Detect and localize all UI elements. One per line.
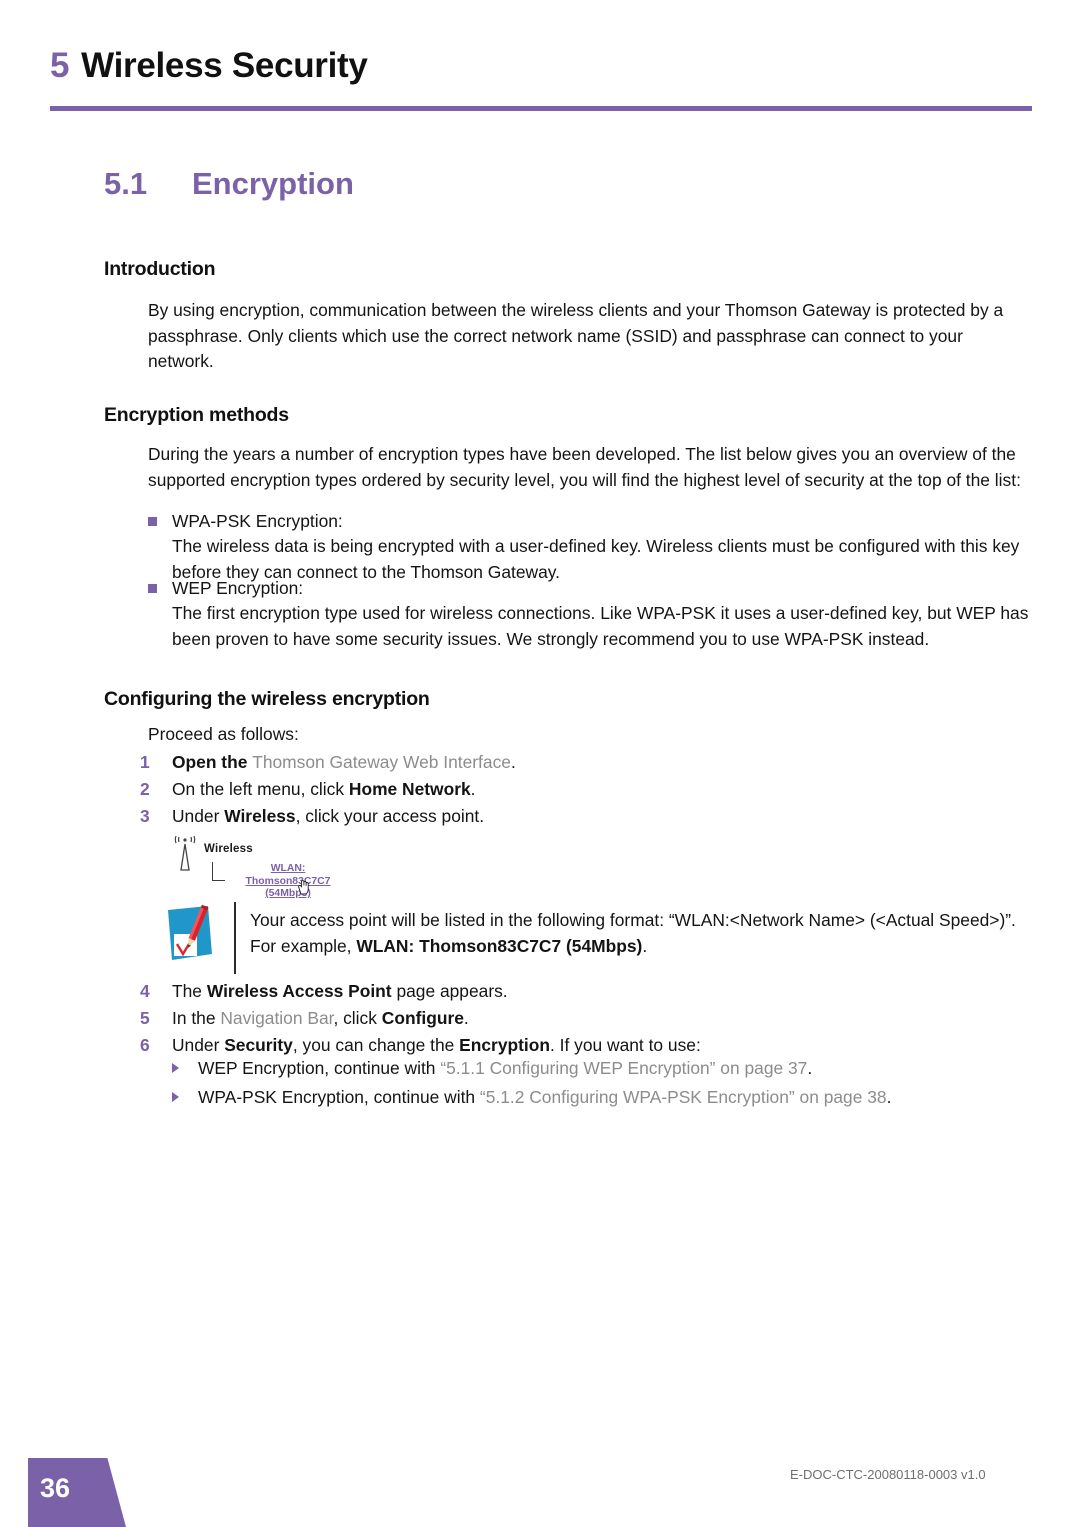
step-suffix: , click your access point.	[295, 806, 485, 826]
step-suffix: .	[510, 752, 516, 772]
step-item: 1 Open the Thomson Gateway Web Interface…	[140, 750, 1032, 776]
note-text: Your access point will be listed in the …	[250, 908, 1030, 959]
step-number: 2	[140, 779, 150, 799]
step-text: In the Navigation Bar, click Configure.	[172, 1006, 1032, 1032]
wlan-link-line1: WLAN: Thomson83C7C7	[245, 863, 331, 887]
step-emphasis: Configure	[381, 1008, 464, 1028]
step-suffix: .	[470, 779, 476, 799]
step-text: The Wireless Access Point page appears.	[172, 979, 1032, 1005]
tree-elbow-connector	[212, 862, 225, 881]
step-emphasis: Security	[224, 1035, 293, 1055]
step-item: 2 On the left menu, click Home Network.	[140, 777, 1032, 803]
arrow-bullet-icon	[172, 1063, 179, 1073]
ui-wireless-label: Wireless	[204, 843, 253, 855]
step-emphasis: Home Network	[348, 779, 471, 799]
step-prefix: In the	[172, 1008, 221, 1028]
sub-text-prefix: WEP Encryption, continue with	[198, 1058, 441, 1078]
step-emphasis: Open the	[172, 752, 253, 772]
list-item-title: WEP Encryption:	[172, 578, 304, 598]
document-page: 5 Wireless Security 5.1 Encryption Introdu…	[0, 0, 1080, 1527]
step-prefix: The	[172, 981, 207, 1001]
list-item: WEP Encryption:	[148, 576, 1032, 602]
chapter-header: 5 Wireless Security	[50, 46, 368, 86]
wireless-antenna-icon	[174, 836, 196, 871]
sub-text-suffix: .	[807, 1058, 813, 1078]
square-bullet-icon	[148, 517, 157, 526]
step-emphasis: Wireless	[224, 806, 296, 826]
list-item-title: WPA-PSK Encryption:	[172, 511, 343, 531]
step-prefix: On the left menu, click	[172, 779, 349, 799]
section-title: 5.1 Encryption	[104, 166, 354, 202]
step-number: 4	[140, 981, 150, 1001]
chapter-title: Wireless Security	[81, 46, 368, 85]
step-number: 5	[140, 1008, 150, 1028]
step-suffix: page appears.	[391, 981, 508, 1001]
document-reference: E-DOC-CTC-20080118-0003 v1.0	[790, 1467, 986, 1482]
cross-reference-link[interactable]: Navigation Bar	[220, 1008, 333, 1028]
configuring-lead: Proceed as follows:	[148, 724, 299, 744]
sub-list-item: WEP Encryption, continue with “5.1.1 Con…	[172, 1056, 1032, 1082]
arrow-bullet-icon	[172, 1092, 179, 1102]
wireless-ui-screenshot: Wireless WLAN: Thomson83C7C7 (54Mbps)	[168, 830, 398, 902]
note-divider	[234, 902, 236, 974]
step-number: 1	[140, 752, 150, 772]
encryption-methods-paragraph: During the years a number of encryption …	[148, 444, 1021, 490]
section-name: Encryption	[192, 166, 354, 201]
cross-reference-link[interactable]: “5.1.2 Configuring WPA-PSK Encryption” o…	[480, 1087, 887, 1107]
step-mid: , you can change the	[292, 1035, 460, 1055]
note-pencil-checkmark-icon	[168, 904, 212, 960]
wlan-access-point-link[interactable]: WLAN: Thomson83C7C7 (54Mbps)	[228, 863, 348, 901]
note-text-part2: .	[642, 935, 648, 956]
section-number: 5.1	[104, 166, 148, 201]
step-item: 5 In the Navigation Bar, click Configure…	[140, 1006, 1032, 1032]
step-suffix: .	[463, 1008, 469, 1028]
step-prefix: Under	[172, 806, 225, 826]
step-text: Under Security, you can change the Encry…	[172, 1033, 1032, 1059]
sub-text-suffix: .	[886, 1087, 892, 1107]
introduction-paragraph: By using encryption, communication betwe…	[148, 300, 1004, 371]
list-item-body: The first encryption type used for wirel…	[172, 603, 1029, 649]
hand-cursor-icon	[298, 880, 309, 895]
encryption-methods-heading: Encryption methods	[104, 404, 289, 426]
step-prefix: Under	[172, 1035, 225, 1055]
step-number: 3	[140, 806, 150, 826]
header-rule-divider	[50, 106, 1032, 111]
step-text: Open the Thomson Gateway Web Interface.	[172, 750, 1032, 776]
step-emphasis-2: Encryption	[459, 1035, 550, 1055]
step-emphasis: Wireless Access Point	[206, 981, 392, 1001]
step-item: 3 Under Wireless, click your access poin…	[140, 804, 1032, 830]
step-text: Under Wireless, click your access point.	[172, 804, 1032, 830]
sub-text-prefix: WPA-PSK Encryption, continue with	[198, 1087, 480, 1107]
introduction-heading: Introduction	[104, 258, 216, 280]
cross-reference-link[interactable]: “5.1.1 Configuring WEP Encryption” on pa…	[440, 1058, 807, 1078]
step-item: 4 The Wireless Access Point page appears…	[140, 979, 1032, 1005]
sub-list-item-text: WEP Encryption, continue with “5.1.1 Con…	[198, 1056, 1032, 1082]
step-text: On the left menu, click Home Network.	[172, 777, 1032, 803]
sub-list-item: WPA-PSK Encryption, continue with “5.1.2…	[172, 1085, 1032, 1111]
list-item: WPA-PSK Encryption:	[148, 509, 1032, 535]
page-number: 36	[40, 1473, 71, 1503]
step-suffix: . If you want to use:	[549, 1035, 701, 1055]
chapter-number: 5	[50, 46, 70, 85]
note-callout: Your access point will be listed in the …	[162, 902, 1032, 974]
step-mid: , click	[333, 1008, 382, 1028]
square-bullet-icon	[148, 584, 157, 593]
step-number: 6	[140, 1035, 150, 1055]
cross-reference-link[interactable]: Thomson Gateway Web Interface	[252, 752, 511, 772]
configuring-heading: Configuring the wireless encryption	[104, 688, 430, 710]
sub-list-item-text: WPA-PSK Encryption, continue with “5.1.2…	[198, 1085, 1032, 1111]
step-item: 6 Under Security, you can change the Enc…	[140, 1033, 1032, 1059]
note-text-emphasis: WLAN: Thomson83C7C7 (54Mbps)	[356, 935, 643, 956]
